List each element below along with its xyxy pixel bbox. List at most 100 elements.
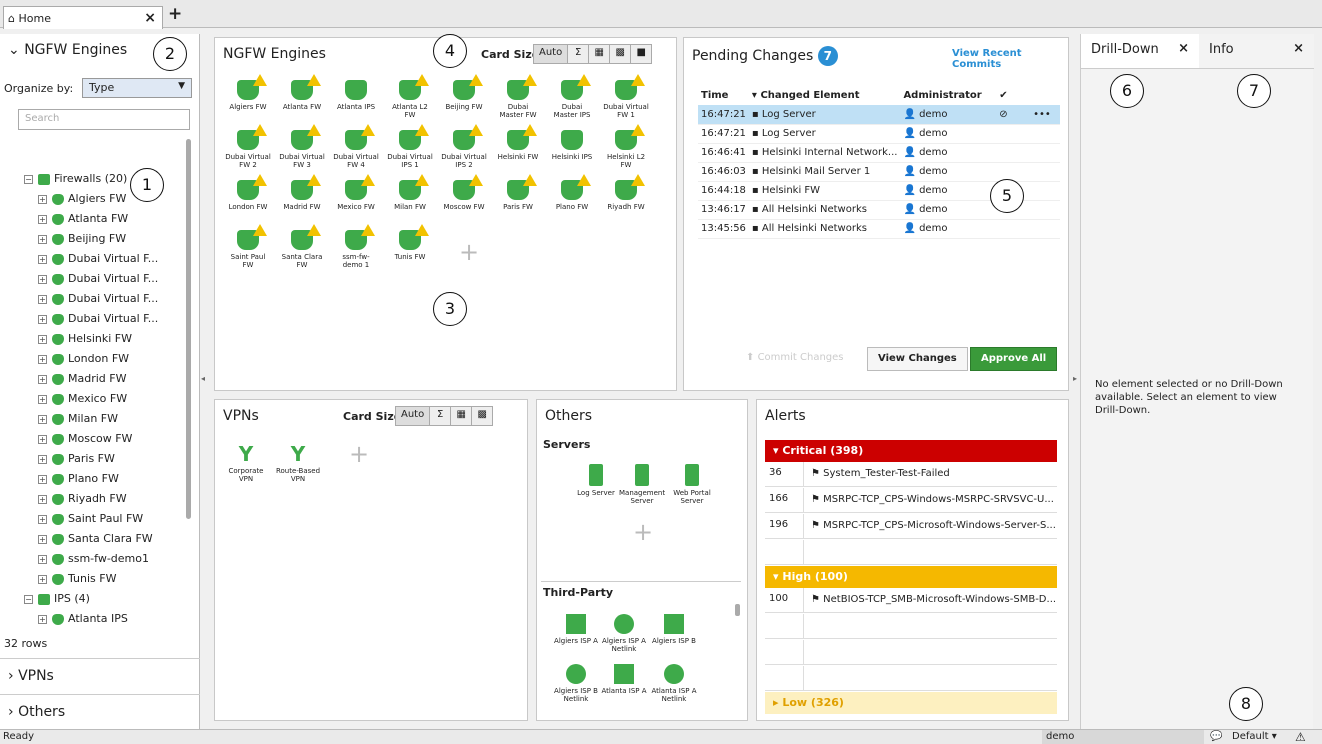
view-recent-commits-link[interactable]: View Recent Commits (952, 48, 1068, 70)
view-changes-button[interactable]: View Changes (867, 347, 968, 371)
alerts-high-header[interactable]: ▾ High (100) (765, 566, 1057, 588)
pending-change-row[interactable]: 16:47:21 ▪ Log Server 👤 demo (698, 124, 1060, 144)
tree-item-firewall[interactable]: + Paris FW (38, 452, 115, 470)
warning-icon[interactable]: ⚠ (1295, 730, 1306, 744)
vpn-card[interactable]: Y Corporate VPN (223, 444, 269, 483)
pending-change-row[interactable]: 16:46:41 ▪ Helsinki Internal Network... 👤 … (698, 143, 1060, 163)
server-card[interactable]: Web Portal Server (669, 464, 715, 505)
ngfw-engines-section-header[interactable]: ⌄ NGFW Engines (8, 42, 127, 58)
card-size-sum-button[interactable]: Σ (567, 44, 590, 64)
engine-card[interactable]: ssm-fw-demo 1 (333, 224, 379, 269)
tree-item-firewall[interactable]: + Helsinki FW (38, 332, 132, 350)
commit-changes-button[interactable]: ⬆ Commit Changes (736, 347, 854, 371)
tree-item-firewall[interactable]: + Riyadh FW (38, 492, 127, 510)
card-size-auto-button[interactable]: Auto (533, 44, 569, 64)
tree-group-ips[interactable]: − IPS (4) (24, 592, 90, 610)
tree-item-firewall[interactable]: + Milan FW (38, 412, 118, 430)
add-server-button[interactable]: + (633, 518, 653, 546)
tree-item-firewall[interactable]: + Santa Clara FW (38, 532, 153, 550)
vpn-card[interactable]: Y Route-Based VPN (275, 444, 321, 483)
engine-card[interactable]: Atlanta IPS (333, 80, 379, 111)
expand-icon[interactable]: + (38, 514, 47, 524)
close-tab-button[interactable]: × (144, 10, 156, 26)
tree-item-firewall[interactable]: + Mexico FW (38, 392, 127, 410)
expand-icon[interactable]: + (38, 254, 47, 264)
engine-card[interactable]: Moscow FW (441, 174, 487, 211)
engine-card[interactable]: Helsinki IPS (549, 130, 595, 161)
engine-card[interactable]: Dubai Master FW (495, 74, 541, 119)
third-party-card[interactable]: Algiers ISP B (651, 614, 697, 645)
engine-card[interactable]: Atlanta L2 FW (387, 74, 433, 119)
expand-icon[interactable]: + (38, 574, 47, 584)
collapse-left-icon[interactable]: ◂ (201, 374, 205, 383)
expand-icon[interactable]: + (38, 194, 47, 204)
expand-icon[interactable]: + (38, 534, 47, 544)
col-check[interactable]: ✔ (996, 86, 1030, 105)
vpns-section-header[interactable]: › VPNs (0, 658, 200, 694)
card-size-small-grid-button[interactable]: ▦ (588, 44, 611, 64)
third-party-card[interactable]: Algiers ISP B Netlink (553, 664, 599, 703)
engine-card[interactable]: Dubai Virtual IPS 1 (387, 124, 433, 169)
tab-drill-down[interactable]: Drill-Down × (1081, 34, 1199, 68)
engine-card[interactable]: Dubai Virtual FW 3 (279, 124, 325, 169)
collapse-icon[interactable]: − (24, 174, 33, 184)
engine-card[interactable]: London FW (225, 174, 271, 211)
tree-item-ips[interactable]: + Atlanta IPS (38, 612, 128, 630)
pending-change-row[interactable]: 16:47:21 ▪ Log Server 👤 demo ⊘ ••• (698, 105, 1060, 125)
tree-group-firewalls[interactable]: − Firewalls (20) (24, 172, 127, 190)
engine-card[interactable]: Algiers FW (225, 74, 271, 111)
tree-item-firewall[interactable]: + London FW (38, 352, 129, 370)
card-size-auto-button[interactable]: Auto (395, 406, 431, 426)
engine-card[interactable]: Madrid FW (279, 174, 325, 211)
engine-card[interactable]: Beijing FW (441, 74, 487, 111)
profile-select[interactable]: Default ▾ (1232, 731, 1277, 742)
engine-card[interactable]: Riyadh FW (603, 174, 649, 211)
card-size-sum-button[interactable]: Σ (429, 406, 452, 426)
card-size-medium-grid-button[interactable]: ▩ (609, 44, 632, 64)
third-party-card[interactable]: Algiers ISP A Netlink (601, 614, 647, 653)
expand-icon[interactable]: + (38, 414, 47, 424)
close-icon[interactable]: × (1178, 41, 1189, 56)
server-card[interactable]: Management Server (619, 464, 665, 505)
expand-icon[interactable]: + (38, 314, 47, 324)
add-engine-button[interactable]: + (459, 238, 479, 266)
alert-row[interactable]: 36 ⚑ System_Tester-Test-Failed (765, 462, 1057, 487)
engine-card[interactable]: Saint Paul FW (225, 224, 271, 269)
tree-item-firewall[interactable]: + Plano FW (38, 472, 119, 490)
engine-card[interactable]: Dubai Virtual FW 2 (225, 124, 271, 169)
alerts-low-header[interactable]: ▸ Low (326) (765, 692, 1057, 714)
expand-icon[interactable]: + (38, 474, 47, 484)
server-card[interactable]: Log Server (573, 464, 619, 497)
alert-row[interactable]: 196 ⚑ MSRPC-TCP_CPS-Microsoft-Windows-Ser… (765, 514, 1057, 539)
expand-icon[interactable]: + (38, 454, 47, 464)
more-value[interactable]: ••• (1033, 109, 1051, 120)
engine-card[interactable]: Tunis FW (387, 224, 433, 261)
expand-icon[interactable]: + (38, 394, 47, 404)
col-admin[interactable]: Administrator (900, 86, 996, 105)
card-size-large-grid-button[interactable]: ■ (630, 44, 653, 64)
engine-card[interactable]: Helsinki L2 FW (603, 124, 649, 169)
card-size-small-grid-button[interactable]: ▦ (450, 406, 473, 426)
col-time[interactable]: Time (698, 86, 749, 105)
engine-card[interactable]: Dubai Virtual FW 1 (603, 74, 649, 119)
third-party-card[interactable]: Algiers ISP A (553, 614, 599, 645)
tree-item-firewall[interactable]: + Dubai Virtual F... (38, 312, 158, 330)
third-party-card[interactable]: Atlanta ISP A (601, 664, 647, 695)
tree-item-firewall[interactable]: + Atlanta FW (38, 212, 128, 230)
engine-card[interactable]: Dubai Master IPS (549, 74, 595, 119)
expand-icon[interactable]: + (38, 434, 47, 444)
tree-item-firewall[interactable]: + Dubai Virtual F... (38, 272, 158, 290)
engine-card[interactable]: Dubai Virtual IPS 2 (441, 124, 487, 169)
engine-card[interactable]: Dubai Virtual FW 4 (333, 124, 379, 169)
tree-item-firewall[interactable]: + Beijing FW (38, 232, 126, 250)
add-vpn-button[interactable]: + (349, 440, 369, 468)
alerts-critical-header[interactable]: ▾ Critical (398) (765, 440, 1057, 462)
engine-card[interactable]: Santa Clara FW (279, 224, 325, 269)
tab-info[interactable]: Info × (1199, 34, 1314, 68)
engine-card[interactable]: Mexico FW (333, 174, 379, 211)
tree-item-firewall[interactable]: + ssm-fw-demo1 (38, 552, 149, 570)
expand-icon[interactable]: + (38, 494, 47, 504)
tree-scrollbar[interactable] (186, 139, 191, 519)
engine-card[interactable]: Helsinki FW (495, 124, 541, 161)
tree-item-firewall[interactable]: + Tunis FW (38, 572, 116, 590)
